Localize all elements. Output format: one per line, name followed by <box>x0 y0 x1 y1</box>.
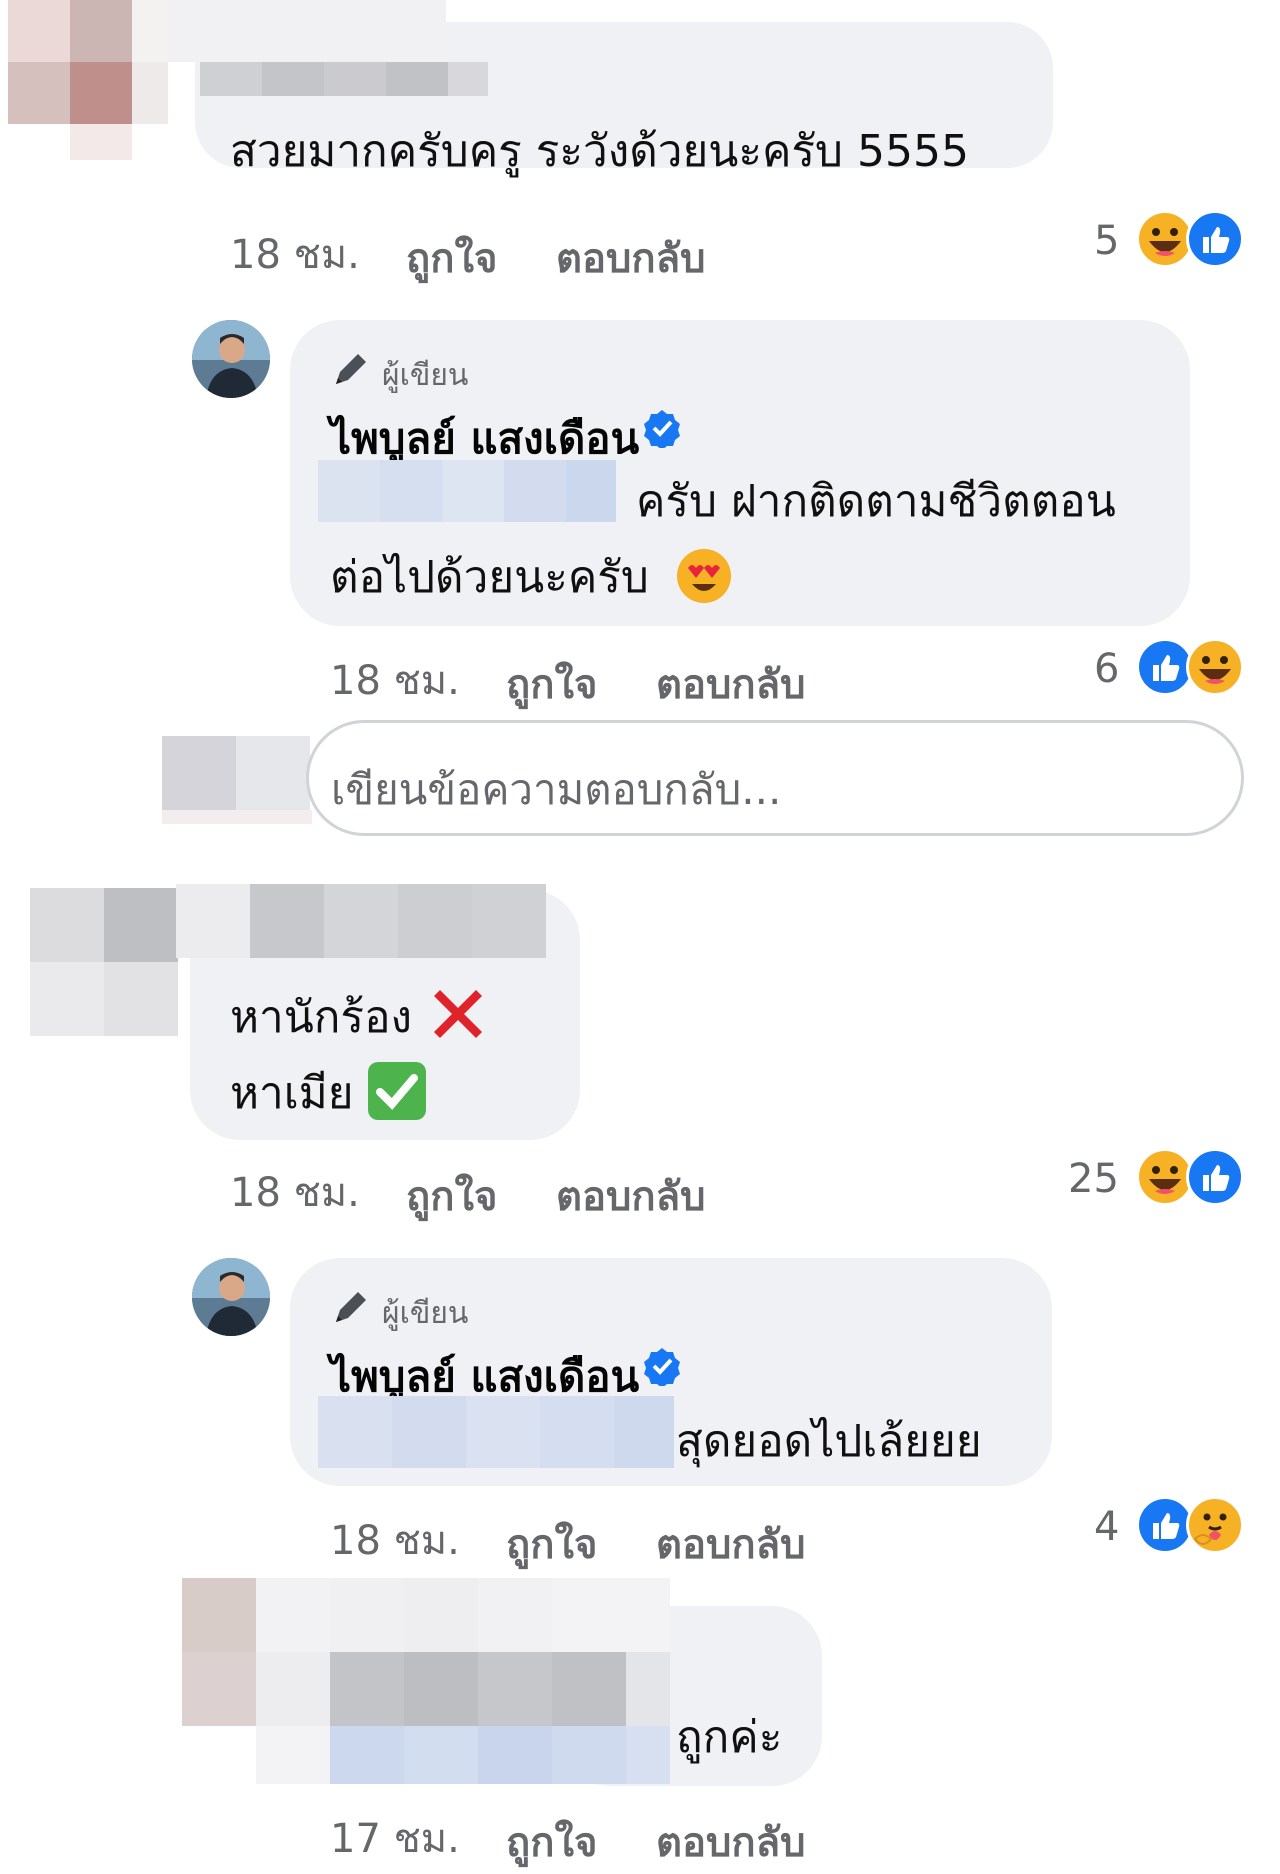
reply-time[interactable]: 18 ชม. <box>330 648 460 712</box>
comment-text: ถูกค่ะ <box>676 1712 783 1763</box>
like-icon[interactable] <box>1186 1148 1244 1206</box>
reply-text: สุดยอดไปเล้ยยย <box>676 1416 982 1467</box>
reply-link[interactable]: ตอบกลับ <box>556 1164 706 1228</box>
reply-link[interactable]: ตอบกลับ <box>656 652 806 716</box>
pen-icon <box>336 1292 366 1322</box>
like-icon[interactable] <box>1186 210 1244 268</box>
verified-badge-icon <box>644 1348 680 1386</box>
avatar[interactable] <box>192 320 270 398</box>
reply-text-line1: ครับ ฝากติดตามชีวิตตอน <box>636 476 1116 527</box>
author-badge: ผู้เขียน <box>382 358 469 393</box>
like-link[interactable]: ถูกใจ <box>506 1512 597 1576</box>
reply-link[interactable]: ตอบกลับ <box>556 226 706 290</box>
reply-text-line2: ต่อไปด้วยนะครับ <box>330 552 649 603</box>
reply-link[interactable]: ตอบกลับ <box>656 1810 806 1874</box>
avatar[interactable] <box>192 1258 270 1336</box>
verified-badge-icon <box>644 410 680 448</box>
like-link[interactable]: ถูกใจ <box>506 1810 597 1874</box>
heart-eyes-emoji-icon <box>676 548 732 604</box>
author-badge: ผู้เขียน <box>382 1296 469 1331</box>
check-mark-button-emoji-icon <box>368 1062 426 1120</box>
comment-text-line2: หาเมีย <box>230 1068 354 1119</box>
reply-time[interactable]: 18 ชม. <box>330 1508 460 1572</box>
comment-text: สวยมากครับครู ระวังด้วยนะครับ 5555 <box>230 126 969 177</box>
comment-time[interactable]: 18 ชม. <box>230 1160 360 1224</box>
reaction-count[interactable]: 6 <box>1094 646 1119 692</box>
like-link[interactable]: ถูกใจ <box>406 1164 497 1228</box>
comment-time[interactable]: 17 ชม. <box>330 1806 460 1870</box>
reaction-count[interactable]: 25 <box>1068 1156 1119 1202</box>
pen-icon <box>336 354 366 384</box>
care-icon[interactable] <box>1186 1496 1244 1554</box>
haha-icon[interactable] <box>1186 638 1244 696</box>
like-link[interactable]: ถูกใจ <box>406 226 497 290</box>
reply-link[interactable]: ตอบกลับ <box>656 1512 806 1576</box>
cross-mark-emoji-icon <box>434 990 482 1038</box>
comment-text-line1: หานักร้อง <box>230 992 412 1043</box>
comment-time[interactable]: 18 ชม. <box>230 222 360 286</box>
like-link[interactable]: ถูกใจ <box>506 652 597 716</box>
reply-input-placeholder: เขียนข้อความตอบกลับ... <box>331 765 782 814</box>
reaction-count[interactable]: 4 <box>1094 1504 1119 1550</box>
reaction-count[interactable]: 5 <box>1094 218 1119 264</box>
reply-input[interactable]: เขียนข้อความตอบกลับ... <box>306 720 1244 836</box>
